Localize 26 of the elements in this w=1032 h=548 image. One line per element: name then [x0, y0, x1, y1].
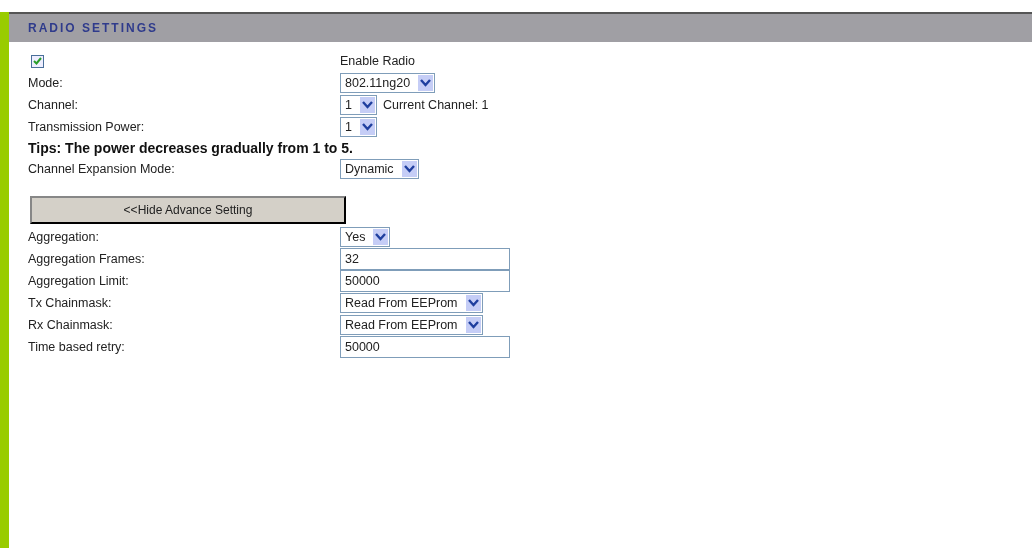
field-label: Mode:	[28, 76, 64, 90]
checkbox-label: Enable Radio	[340, 54, 417, 68]
field-label: Tx Chainmask:	[28, 296, 113, 310]
dropdown[interactable]: 802.11ng20	[340, 73, 436, 93]
dropdown[interactable]: Read From EEProm	[340, 293, 483, 313]
field-label: Rx Chainmask:	[28, 318, 114, 332]
current-channel-text: Current Channel: 1	[382, 98, 489, 112]
field-label: Time based retry:	[28, 340, 126, 354]
checkbox[interactable]	[31, 54, 44, 68]
section-title: RADIO SETTINGS	[28, 21, 158, 35]
field-label: Aggregation Limit:	[28, 274, 130, 288]
hide-advanced-button[interactable]: <<Hide Advance Setting	[30, 196, 346, 224]
input-field[interactable]: 50000	[340, 336, 510, 358]
input-field[interactable]: 32	[340, 248, 510, 270]
dropdown[interactable]: 1	[340, 117, 377, 137]
dropdown[interactable]: 1	[340, 95, 377, 115]
dropdown[interactable]: Dynamic	[340, 159, 419, 179]
field-label: Channel Expansion Mode:	[28, 162, 176, 176]
tip-text: Tips: The power decreases gradually from 1 to 5.	[28, 139, 354, 158]
input-field[interactable]: 50000	[340, 270, 510, 292]
field-label: Channel:	[28, 98, 80, 112]
field-label: Aggregation Frames:	[28, 252, 146, 266]
field-label: Transmission Power:	[28, 120, 146, 134]
dropdown[interactable]: Yes	[340, 227, 391, 247]
field-label: Aggregation:	[28, 230, 100, 244]
dropdown[interactable]: Read From EEProm	[340, 315, 483, 335]
